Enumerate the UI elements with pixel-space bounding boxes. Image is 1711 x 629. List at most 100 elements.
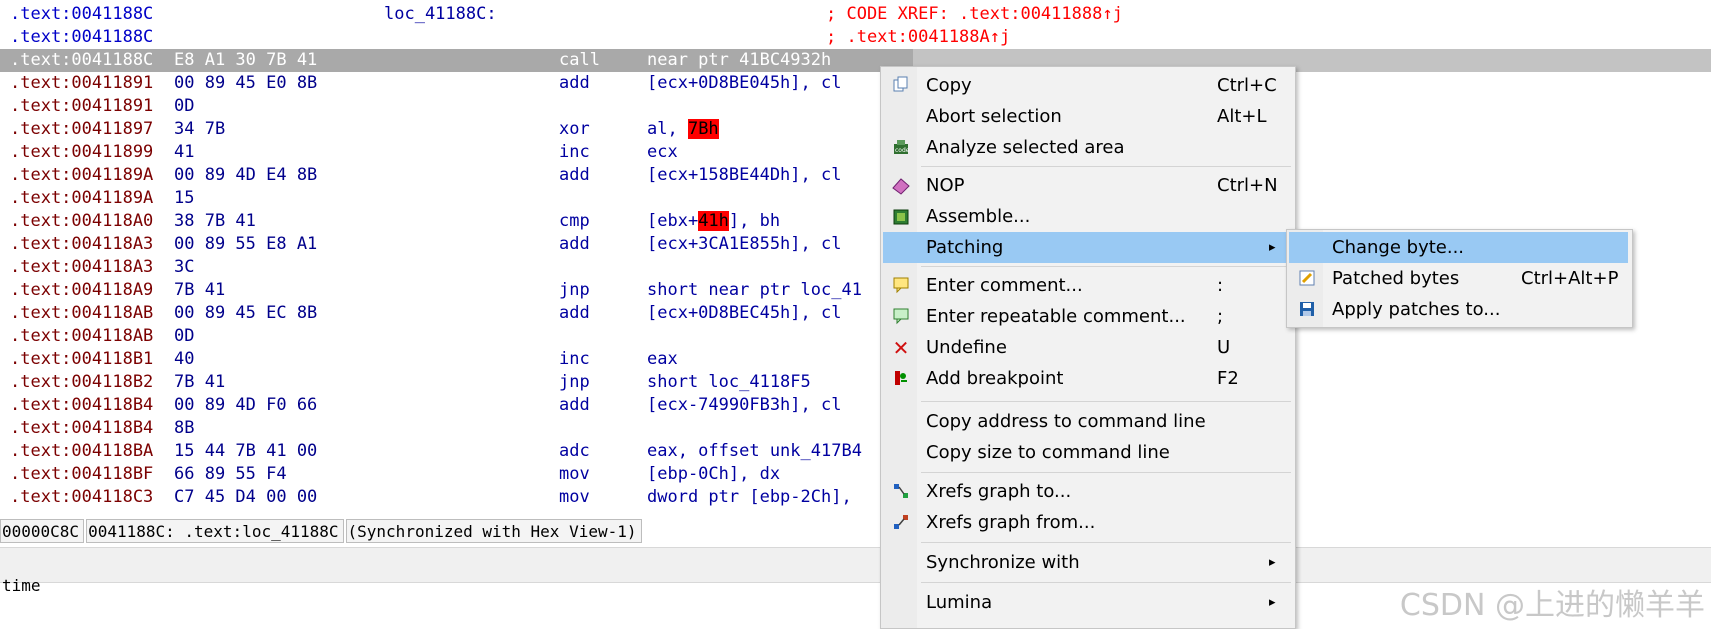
operand[interactable]: [ecx+3CA1E855h], cl: [647, 233, 841, 256]
operand[interactable]: [ecx-74990FB3h], cl: [647, 394, 841, 417]
repeatable-comment-icon: [891, 307, 911, 327]
menu-item-xrefs-graph-to[interactable]: Xrefs graph to...: [883, 476, 1293, 507]
mnemonic: xor: [559, 119, 590, 139]
listing-line[interactable]: .text:004118AB 0D: [0, 325, 1711, 348]
submenu-arrow-icon: ▸: [1269, 555, 1276, 570]
submenu-item-change-byte[interactable]: Change byte...: [1289, 232, 1628, 263]
menu-item-shortcut: Ctrl+Alt+P: [1521, 268, 1619, 289]
instruction-bytes: 00 89 4D F0 66: [174, 395, 318, 415]
listing-line[interactable]: .text:0041188C ; .text:0041188A↑j: [0, 26, 1711, 49]
operand[interactable]: eax: [647, 348, 678, 371]
menu-item-copy-address[interactable]: Copy address to command line: [883, 406, 1293, 437]
operand[interactable]: [ecx+158BE44Dh], cl: [647, 164, 841, 187]
operand[interactable]: [ecx+0D8BE045h], cl: [647, 72, 841, 95]
submenu-item-apply-patches[interactable]: Apply patches to...: [1289, 294, 1628, 325]
menu-separator: [921, 542, 1291, 543]
operand[interactable]: eax, offset unk_417B4: [647, 440, 862, 463]
menu-item-xrefs-graph-from[interactable]: Xrefs graph from...: [883, 507, 1293, 538]
menu-item-label: Copy: [926, 75, 972, 96]
menu-item-nop[interactable]: NOP Ctrl+N: [883, 170, 1293, 201]
submenu-item-patched-bytes[interactable]: Patched bytes Ctrl+Alt+P: [1289, 263, 1628, 294]
context-menu: Copy Ctrl+C Abort selection Alt+L code A…: [880, 66, 1296, 629]
chip-icon: [891, 207, 911, 227]
operand-text: short loc_4118F5: [647, 372, 811, 392]
menu-item-undefine[interactable]: ✕ Undefine U: [883, 332, 1293, 363]
operand[interactable]: near ptr 41BC4932h: [647, 49, 831, 72]
listing-line[interactable]: .text:004118B1 40 inc eax: [0, 348, 1711, 371]
menu-item-label: Abort selection: [926, 106, 1062, 127]
menu-item-analyze-selected-area[interactable]: code Analyze selected area: [883, 132, 1293, 163]
mnemonic: add: [559, 165, 590, 185]
menu-item-shortcut: ;: [1217, 306, 1224, 327]
listing-line[interactable]: .text:00411899 41 inc ecx: [0, 141, 1711, 164]
menu-item-add-breakpoint[interactable]: Add breakpoint F2: [883, 363, 1293, 394]
menu-item-enter-repeatable-comment[interactable]: Enter repeatable comment... ;: [883, 301, 1293, 332]
listing-line[interactable]: .text:004118C3 C7 45 D4 00 00 mov dword ptr…: [0, 486, 1711, 509]
menu-item-label: Add breakpoint: [926, 368, 1064, 389]
menu-item-patching[interactable]: Patching ▸: [883, 232, 1293, 263]
listing-line[interactable]: .text:00411897 34 7B xor al, 7Bh: [0, 118, 1711, 141]
address: .text:004118AB: [10, 326, 154, 346]
menu-item-copy-size[interactable]: Copy size to command line: [883, 437, 1293, 468]
menu-item-label: Copy size to command line: [926, 442, 1170, 463]
mnemonic: inc: [559, 142, 590, 162]
menu-item-copy[interactable]: Copy Ctrl+C: [883, 70, 1293, 101]
listing-line[interactable]: .text:00411891 00 89 45 E0 8B add [ecx+0D8B…: [0, 72, 1711, 95]
operand[interactable]: short loc_4118F5: [647, 371, 811, 394]
operand[interactable]: [ebx+41h], bh: [647, 210, 780, 233]
menu-item-abort-selection[interactable]: Abort selection Alt+L: [883, 101, 1293, 132]
xrefs-from-icon: [891, 513, 911, 533]
listing-line[interactable]: .text:0041188C loc_41188C: ; CODE XREF: …: [0, 3, 1711, 26]
menu-item-synchronize-with[interactable]: Synchronize with ▸: [883, 547, 1293, 578]
highlighted-operand[interactable]: 7Bh: [687, 119, 719, 139]
menu-item-lumina[interactable]: Lumina ▸: [883, 587, 1293, 618]
menu-item-label: Analyze selected area: [926, 137, 1125, 158]
menu-item-enter-comment[interactable]: Enter comment... :: [883, 270, 1293, 301]
listing-line[interactable]: .text:00411891 0D: [0, 95, 1711, 118]
instruction-bytes: 7B 41: [174, 280, 226, 300]
menu-item-label: Assemble...: [926, 206, 1031, 227]
operand[interactable]: [ebp-0Ch], dx: [647, 463, 780, 486]
instruction-bytes: 0D: [174, 96, 195, 116]
instruction-bytes: 00 89 55 E8 A1: [174, 234, 318, 254]
operand-text: eax: [647, 349, 678, 369]
listing-line[interactable]: .text:004118BA 15 44 7B 41 00 adc eax, offs…: [0, 440, 1711, 463]
xref-comment[interactable]: ; CODE XREF: .text:00411888↑j: [826, 3, 1123, 26]
menu-item-assemble[interactable]: Assemble...: [883, 201, 1293, 232]
listing-line[interactable]: .text:004118BF 66 89 55 F4 mov [ebp-0Ch], d…: [0, 463, 1711, 486]
menu-item-label: Synchronize with: [926, 552, 1080, 573]
svg-text:code: code: [895, 147, 910, 154]
address: .text:004118A3: [10, 234, 154, 254]
menu-separator: [921, 266, 1291, 267]
operand-text: ecx: [647, 142, 678, 162]
operand-text: eax, offset unk_417B4: [647, 441, 862, 461]
address: .text:004118B4: [10, 418, 154, 438]
file-offset: 00000C8C: [0, 519, 85, 543]
operand-text: [ecx-74990FB3h], cl: [647, 395, 842, 415]
operand[interactable]: ecx: [647, 141, 678, 164]
operand[interactable]: [ecx+0D8BEC45h], cl: [647, 302, 841, 325]
listing-line[interactable]: .text:0041189A 15: [0, 187, 1711, 210]
operand[interactable]: short near ptr loc_41: [647, 279, 862, 302]
output-text: time: [2, 576, 41, 595]
operand-text: ], bh: [728, 211, 781, 231]
instruction-bytes: 15: [174, 188, 195, 208]
selected-listing-line[interactable]: .text:0041188C E8 A1 30 7B 41 call near …: [0, 49, 1711, 72]
panel-divider[interactable]: [0, 547, 1711, 583]
listing-line[interactable]: .text:004118B4 00 89 4D F0 66 add [ecx-7499…: [0, 394, 1711, 417]
operand[interactable]: dword ptr [ebp-2Ch],: [647, 486, 852, 509]
submenu-arrow-icon: ▸: [1269, 595, 1276, 610]
listing-line[interactable]: .text:004118B4 8B: [0, 417, 1711, 440]
listing-line[interactable]: .text:0041189A 00 89 4D E4 8B add [ecx+158B…: [0, 164, 1711, 187]
operand[interactable]: al, 7Bh: [647, 118, 719, 141]
breakpoint-icon: [891, 369, 911, 389]
xref-comment[interactable]: ; .text:0041188A↑j: [826, 26, 1010, 49]
comment-icon: [891, 276, 911, 296]
instruction-bytes: 3C: [174, 257, 195, 277]
listing-line[interactable]: .text:004118B2 7B 41 jnp short loc_4118F5: [0, 371, 1711, 394]
address: .text:0041188C: [10, 50, 154, 70]
location-label[interactable]: loc_41188C:: [384, 3, 497, 26]
mnemonic: cmp: [559, 211, 590, 231]
highlighted-operand[interactable]: 41h: [698, 211, 729, 231]
current-location: 0041188C: .text:loc_41188C: [86, 519, 344, 543]
